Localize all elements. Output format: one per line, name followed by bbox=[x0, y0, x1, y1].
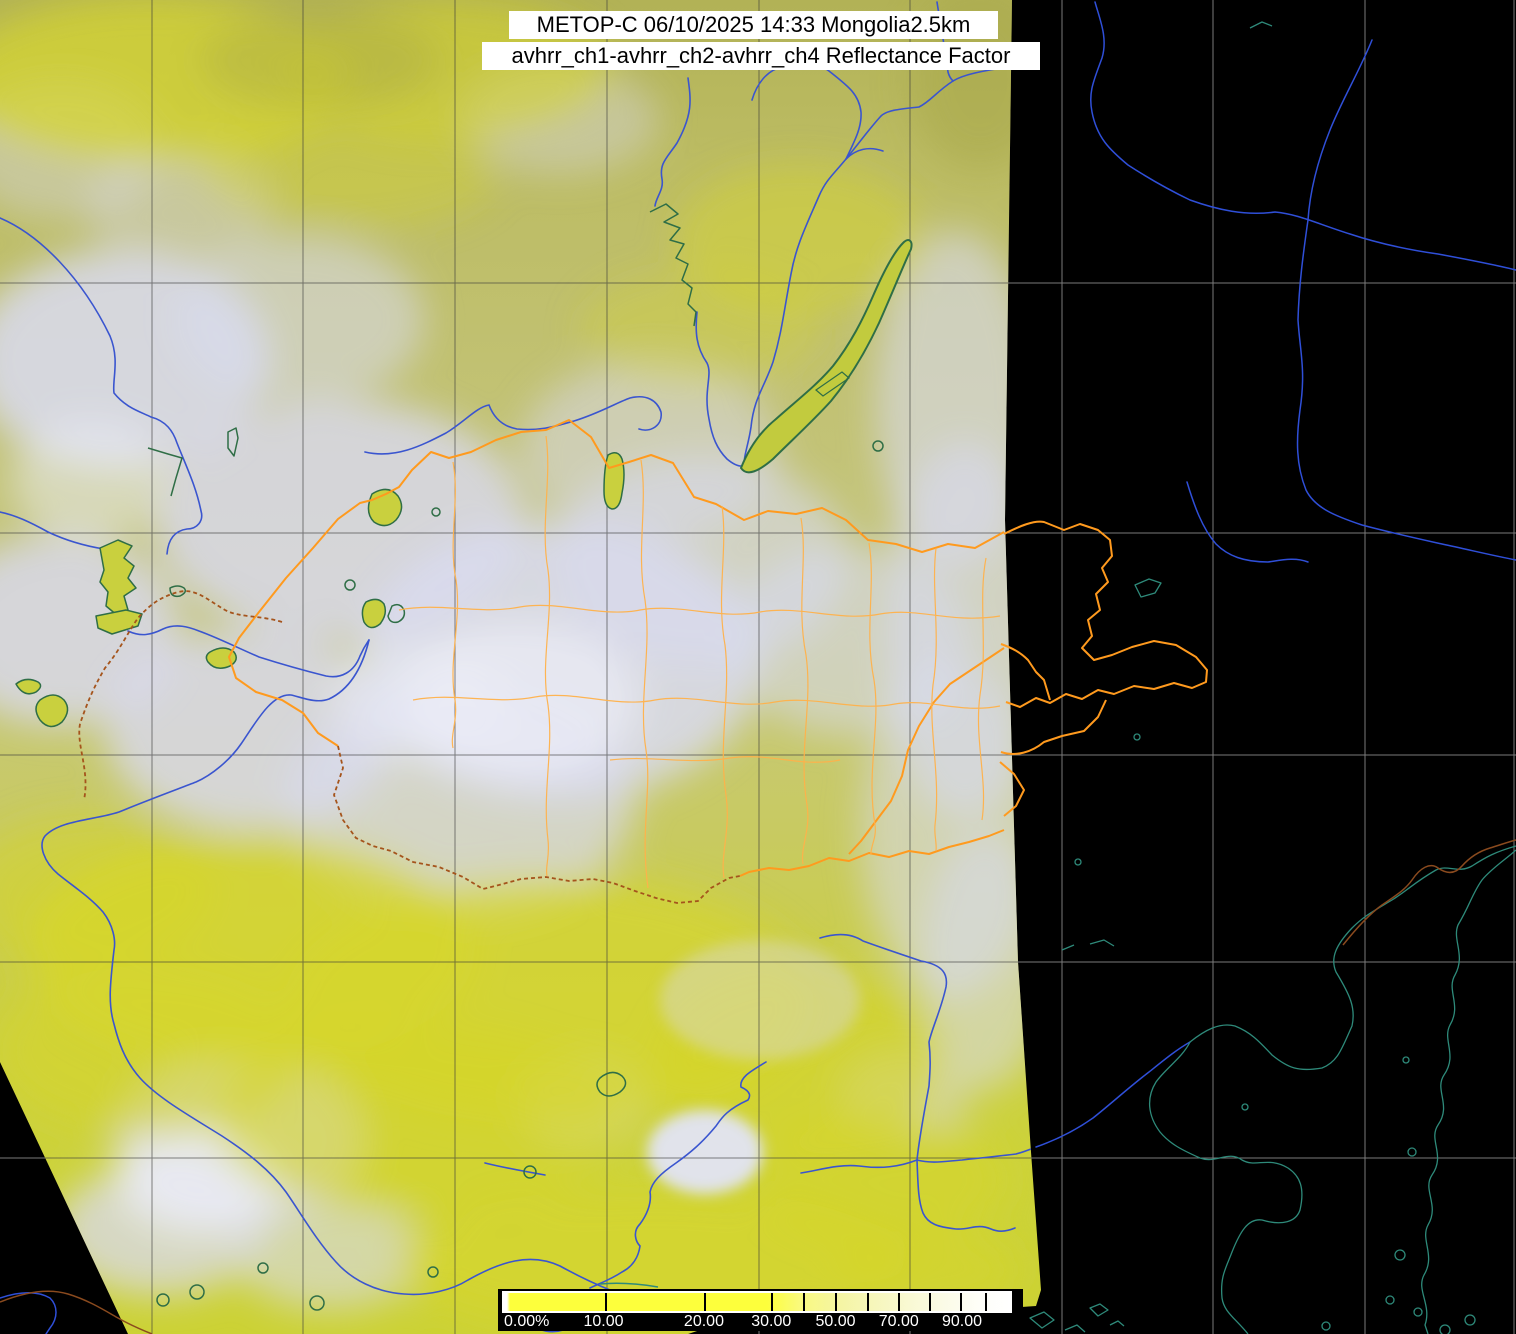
colorbar-label: 90.00 bbox=[941, 1313, 983, 1330]
colorbar-tick bbox=[834, 1293, 837, 1311]
colorbar-tick bbox=[985, 1293, 988, 1311]
colorbar-tick bbox=[803, 1293, 806, 1311]
colorbar-label: 20.00 bbox=[683, 1313, 724, 1330]
satellite-image-viewport: METOP-C 06/10/2025 14:33 Mongolia2.5km a… bbox=[0, 0, 1516, 1334]
image-title-line2: avhrr_ch1-avhrr_ch2-avhrr_ch4 Reflectanc… bbox=[482, 42, 1040, 70]
colorbar-label: 30.00 bbox=[751, 1313, 792, 1330]
colorbar-tick bbox=[897, 1293, 900, 1311]
colorbar-tick bbox=[771, 1293, 774, 1311]
colorbar-label: 0.00% bbox=[504, 1313, 550, 1330]
colorbar-tick bbox=[866, 1293, 869, 1311]
colorbar-tick bbox=[928, 1293, 931, 1311]
image-title-line1: METOP-C 06/10/2025 14:33 Mongolia2.5km bbox=[509, 11, 998, 39]
colorbar-labels: 0.00% 10.00 20.00 30.00 50.00 70.00 90.00 bbox=[502, 1314, 1012, 1330]
colorbar-label: 50.00 bbox=[815, 1313, 856, 1330]
colorbar: 0.00% 10.00 20.00 30.00 50.00 70.00 90.00 bbox=[498, 1289, 1023, 1331]
colorbar-tick bbox=[604, 1293, 607, 1311]
colorbar-bar bbox=[502, 1291, 1012, 1313]
colorbar-tick bbox=[704, 1293, 707, 1311]
colorbar-tick bbox=[960, 1293, 963, 1311]
colorbar-label: 10.00 bbox=[583, 1313, 624, 1330]
satellite-map-canvas bbox=[0, 0, 1516, 1334]
colorbar-label: 70.00 bbox=[878, 1313, 919, 1330]
